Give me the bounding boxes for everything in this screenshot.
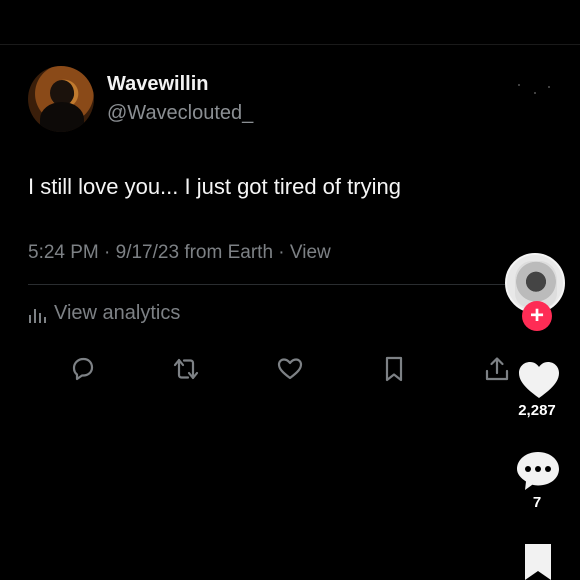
- like-button[interactable]: [275, 354, 305, 384]
- more-options-icon[interactable]: [514, 78, 554, 98]
- bookmark-icon: [385, 356, 403, 382]
- share-button[interactable]: [482, 354, 512, 384]
- action-bar: [0, 354, 580, 384]
- follow-plus-icon[interactable]: +: [522, 301, 552, 331]
- reply-icon: [72, 357, 94, 381]
- analytics-icon: [29, 308, 46, 323]
- avatar[interactable]: [28, 66, 94, 132]
- post-meta: 5:24 PM · 9/17/23 from Earth · View: [28, 242, 331, 263]
- avatar-body: [40, 102, 84, 132]
- bookmark-button[interactable]: [379, 354, 409, 384]
- side-comment-icon[interactable]: [515, 450, 561, 492]
- analytics-label: View analytics: [54, 302, 181, 324]
- side-bookmark-icon[interactable]: [522, 542, 554, 580]
- author-name[interactable]: Wavewillin: [107, 73, 209, 96]
- heart-icon: [277, 358, 303, 380]
- share-icon: [485, 357, 509, 381]
- reply-button[interactable]: [68, 354, 98, 384]
- author-handle[interactable]: @Waveclouted_: [107, 102, 253, 125]
- top-divider: [0, 44, 580, 45]
- divider: [28, 284, 520, 285]
- view-analytics-button[interactable]: View analytics: [28, 302, 180, 325]
- comments-count: 7: [532, 494, 542, 511]
- likes-count: 2,287: [518, 402, 556, 419]
- repost-icon: [173, 358, 199, 380]
- post-text: I still love you... I just got tired of …: [28, 174, 401, 199]
- repost-button[interactable]: [171, 354, 201, 384]
- side-heart-icon[interactable]: [517, 360, 561, 400]
